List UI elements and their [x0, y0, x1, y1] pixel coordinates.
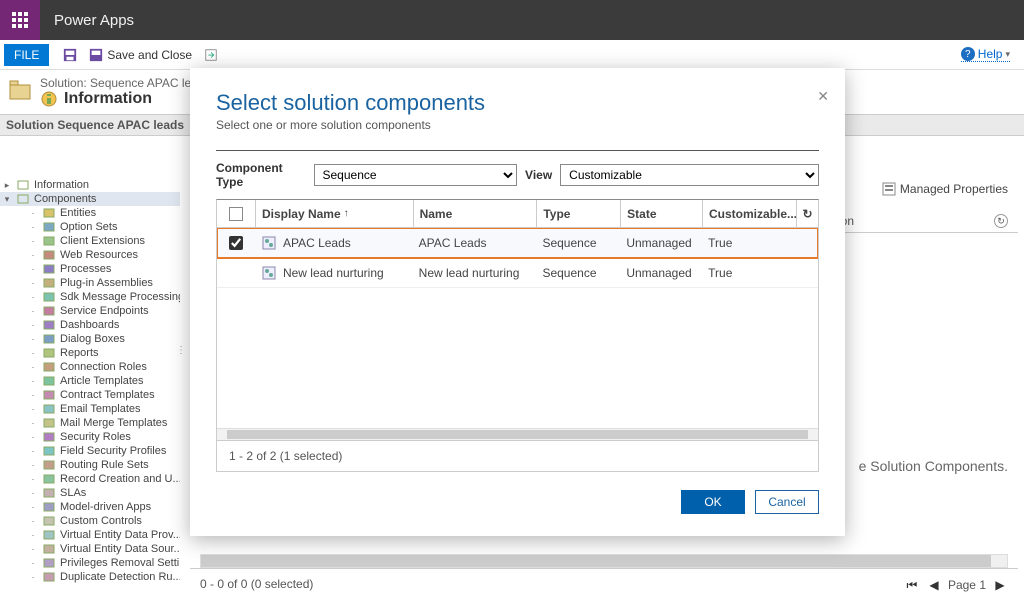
- cell-type: Sequence: [542, 266, 596, 280]
- col-type[interactable]: Type: [536, 200, 620, 227]
- col-display-name[interactable]: Display Name↑: [255, 200, 413, 227]
- sequence-icon: [261, 235, 277, 251]
- cell-name: APAC Leads: [419, 236, 487, 250]
- select-all-checkbox[interactable]: [229, 207, 243, 221]
- close-icon[interactable]: ✕: [817, 88, 829, 105]
- dialog-buttons: OK Cancel: [216, 490, 819, 514]
- cell-display-name: New lead nurturing: [283, 266, 384, 280]
- col-state[interactable]: State: [620, 200, 702, 227]
- table-row[interactable]: APAC Leads APAC Leads Sequence Unmanaged Tru…: [217, 228, 818, 258]
- components-grid: Display Name↑ Name Type State Customizab…: [216, 199, 819, 472]
- modal-overlay: ✕ Select solution components Select one …: [0, 0, 1024, 610]
- cell-state: Unmanaged: [626, 266, 691, 280]
- view-select[interactable]: Customizable: [560, 164, 819, 186]
- cell-display-name: APAC Leads: [283, 236, 351, 250]
- select-components-dialog: ✕ Select solution components Select one …: [190, 68, 845, 536]
- dialog-title: Select solution components: [216, 90, 819, 116]
- component-type-label: Component Type: [216, 161, 306, 189]
- col-name[interactable]: Name: [413, 200, 537, 227]
- cell-name: New lead nurturing: [419, 266, 520, 280]
- component-type-select[interactable]: Sequence: [314, 164, 518, 186]
- sequence-icon: [261, 265, 277, 281]
- cell-state: Unmanaged: [626, 236, 691, 250]
- table-row[interactable]: New lead nurturing New lead nurturing Sequ…: [217, 258, 818, 288]
- col-customizable[interactable]: Customizable...: [702, 200, 796, 227]
- dialog-controls: Component Type Sequence View Customizabl…: [216, 150, 819, 189]
- grid-header: Display Name↑ Name Type State Customizab…: [217, 200, 818, 228]
- sort-asc-icon: ↑: [344, 208, 349, 219]
- dialog-subtitle: Select one or more solution components: [216, 118, 819, 132]
- cancel-button[interactable]: Cancel: [755, 490, 819, 514]
- cell-customizable: True: [708, 236, 732, 250]
- cell-customizable: True: [708, 266, 732, 280]
- refresh-grid-icon[interactable]: ↻: [802, 207, 812, 221]
- view-label: View: [525, 168, 552, 182]
- cell-type: Sequence: [542, 236, 596, 250]
- row-checkbox[interactable]: [229, 236, 243, 250]
- grid-body: APAC Leads APAC Leads Sequence Unmanaged Tru…: [217, 228, 818, 428]
- grid-hscroll[interactable]: [217, 428, 818, 440]
- ok-button[interactable]: OK: [681, 490, 745, 514]
- grid-footer: 1 - 2 of 2 (1 selected): [217, 440, 818, 471]
